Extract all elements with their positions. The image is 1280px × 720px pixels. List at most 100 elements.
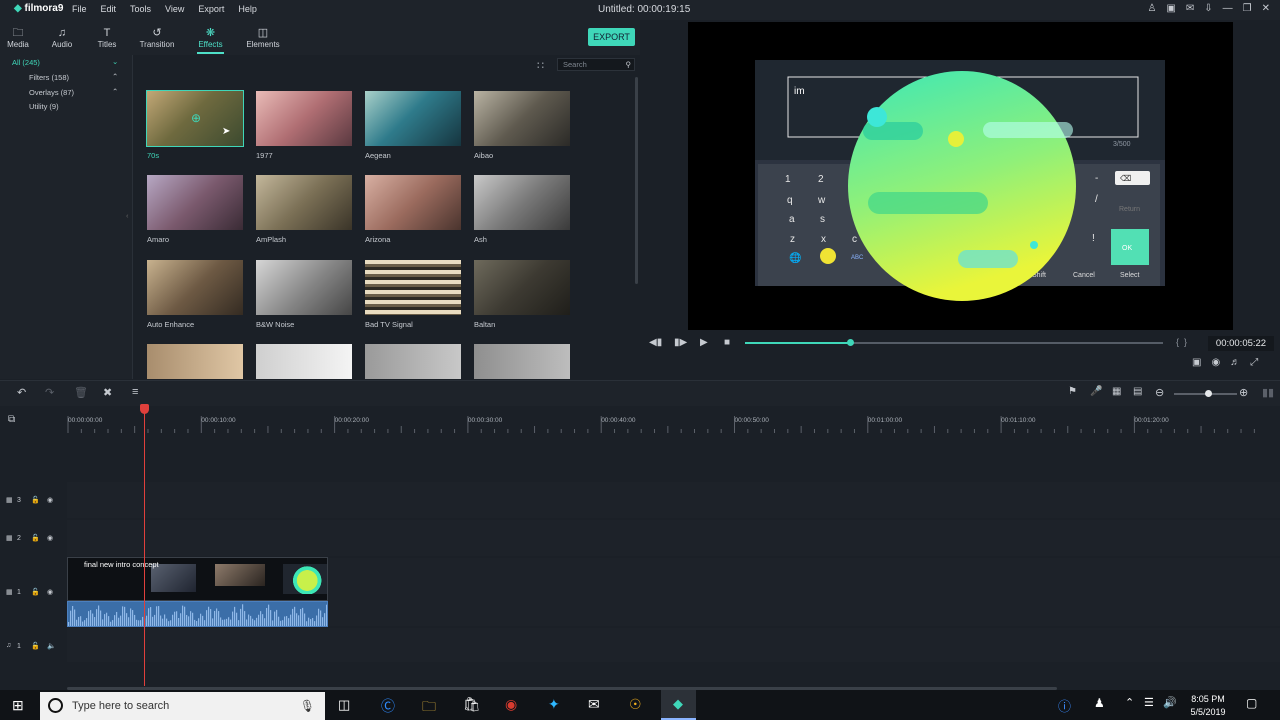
taskbar-search-box[interactable]: Type here to search 🎙 bbox=[40, 692, 325, 720]
filmora-taskbar-button[interactable]: ◆ bbox=[661, 690, 696, 720]
task-view-icon[interactable]: ◫ bbox=[338, 697, 350, 713]
eye-icon[interactable]: ◉ bbox=[47, 534, 53, 542]
fullscreen-icon[interactable]: ⤢ bbox=[1250, 357, 1258, 368]
add-track-icon[interactable]: ⧉ bbox=[8, 414, 15, 425]
chevron-up-icon[interactable]: ⌃ bbox=[112, 87, 118, 96]
play-button[interactable]: ▶ bbox=[700, 337, 708, 348]
category-utility[interactable]: Utility (9) bbox=[29, 102, 59, 111]
mail-app-icon[interactable]: ✉ bbox=[588, 696, 600, 713]
effect-bad-tv-signal[interactable]: Bad TV Signal bbox=[365, 260, 461, 329]
file-explorer-icon[interactable]: 🗀 bbox=[422, 696, 436, 720]
effect-70s[interactable]: ⊕ ➤ 70s bbox=[146, 90, 244, 160]
zoom-slider[interactable] bbox=[1174, 390, 1237, 397]
timeline-ruler[interactable]: ⧉ 00:00:00:00 00:00:10:00 00:00:20:00 00:00… bbox=[0, 406, 1280, 436]
menu-tools[interactable]: Tools bbox=[130, 4, 151, 14]
track-video-3[interactable] bbox=[67, 482, 1280, 518]
minimize-icon[interactable]: — bbox=[1223, 3, 1233, 14]
stop-button[interactable]: ■ bbox=[724, 337, 730, 348]
microphone-icon[interactable]: 🎙 bbox=[300, 692, 315, 720]
windows-start-icon[interactable]: ⊞ bbox=[12, 697, 24, 714]
prev-frame-button[interactable]: ◀▮ bbox=[649, 337, 662, 348]
chrome-icon[interactable]: ☉ bbox=[629, 696, 642, 713]
effect-ash[interactable]: Ash bbox=[474, 175, 570, 244]
effect-auto-enhance[interactable]: Auto Enhance bbox=[147, 260, 243, 329]
effect-1977[interactable]: 1977 bbox=[256, 91, 352, 160]
effect-row-partial[interactable] bbox=[474, 344, 570, 379]
mail-icon[interactable]: ✉ bbox=[1186, 3, 1194, 14]
tab-transition[interactable]: ↺ Transition bbox=[138, 26, 176, 49]
track-video-2[interactable] bbox=[67, 520, 1280, 556]
playhead-handle[interactable] bbox=[140, 404, 149, 414]
lock-icon[interactable]: 🔓 bbox=[31, 496, 40, 504]
help-icon[interactable]: ⓘ bbox=[1058, 696, 1071, 715]
search-icon[interactable]: ⚲ bbox=[626, 59, 632, 71]
chevron-down-icon[interactable]: ⌄ bbox=[112, 57, 118, 66]
wifi-icon[interactable]: ☰ bbox=[1144, 696, 1154, 709]
close-icon[interactable]: ✕ bbox=[1262, 3, 1270, 14]
tab-media[interactable]: 🗀 Media bbox=[6, 26, 30, 49]
menu-help[interactable]: Help bbox=[238, 4, 257, 14]
maximize-icon[interactable]: ❐ bbox=[1243, 3, 1252, 14]
menu-file[interactable]: File bbox=[72, 4, 87, 14]
chevron-up-icon[interactable]: ⌃ bbox=[112, 72, 118, 81]
effect-arizona[interactable]: Arizona bbox=[365, 175, 461, 244]
tab-elements[interactable]: ◫ Elements bbox=[246, 26, 280, 49]
volume-icon[interactable]: ♬ bbox=[1230, 357, 1240, 368]
app-s-icon[interactable]: ✦ bbox=[548, 696, 560, 713]
game-app-icon[interactable]: ◉ bbox=[505, 696, 517, 713]
redo-icon[interactable]: ↷ bbox=[45, 386, 54, 399]
edge-icon[interactable]: Ⓒ bbox=[381, 696, 395, 716]
effects-search-input[interactable]: Search ⚲ bbox=[557, 58, 635, 71]
effect-aibao[interactable]: Aibao bbox=[474, 91, 570, 160]
download-icon[interactable]: ⇩ bbox=[1204, 3, 1212, 14]
effect-amaro[interactable]: Amaro bbox=[147, 175, 243, 244]
cut-icon[interactable]: ✖ bbox=[103, 386, 112, 399]
category-all[interactable]: All (245) bbox=[12, 58, 40, 67]
adjust-icon[interactable]: ≡ bbox=[132, 386, 138, 398]
zoom-in-icon[interactable]: ⊕ bbox=[1239, 386, 1248, 399]
category-filters[interactable]: Filters (158) bbox=[29, 73, 69, 82]
playback-progress-track[interactable] bbox=[745, 339, 1163, 346]
tray-chevron-icon[interactable]: ⌃ bbox=[1125, 696, 1134, 709]
effect-row-partial[interactable] bbox=[147, 344, 243, 379]
zoom-out-icon[interactable]: ⊖ bbox=[1155, 386, 1164, 399]
snap-icon[interactable]: ▤ bbox=[1133, 386, 1142, 397]
menu-export[interactable]: Export bbox=[198, 4, 224, 14]
effect-row-partial[interactable] bbox=[365, 344, 461, 379]
lock-icon[interactable]: 🔓 bbox=[31, 534, 40, 542]
tab-titles[interactable]: T Titles bbox=[95, 26, 119, 49]
category-overlays[interactable]: Overlays (87) bbox=[29, 88, 74, 97]
effect-amplash[interactable]: AmPlash bbox=[256, 175, 352, 244]
step-back-button[interactable]: ▮▶ bbox=[674, 337, 687, 348]
lock-icon[interactable]: 🔓 bbox=[31, 588, 40, 596]
notification-icon[interactable]: ▢ bbox=[1246, 696, 1257, 710]
eye-icon[interactable]: ◉ bbox=[47, 588, 53, 596]
effect-baltan[interactable]: Baltan bbox=[474, 260, 570, 329]
taskbar-clock[interactable]: 8:05 PM 5/5/2019 bbox=[1180, 693, 1236, 719]
account-icon[interactable]: ♙ bbox=[1147, 3, 1156, 14]
delete-icon[interactable]: 🗑 bbox=[74, 386, 88, 399]
snapshot-icon[interactable]: ◉ bbox=[1211, 357, 1220, 368]
track-audio-1[interactable] bbox=[67, 628, 1280, 662]
effect-bw-noise[interactable]: B&W Noise bbox=[256, 260, 352, 329]
store-icon[interactable]: 🛍 bbox=[463, 696, 481, 713]
eye-icon[interactable]: ◉ bbox=[47, 496, 53, 504]
export-button[interactable]: EXPORT bbox=[588, 28, 635, 46]
menu-edit[interactable]: Edit bbox=[101, 4, 117, 14]
playback-scrubber[interactable] bbox=[846, 339, 854, 346]
marker-icon[interactable]: ⚑ bbox=[1068, 386, 1077, 397]
display-settings-icon[interactable]: ▣ bbox=[1192, 357, 1201, 368]
mute-icon[interactable]: 🔈 bbox=[47, 642, 56, 650]
undo-icon[interactable]: ↶ bbox=[17, 386, 26, 399]
save-icon[interactable]: ▣ bbox=[1166, 3, 1175, 14]
panel-toggle-icon[interactable]: ▮▮ bbox=[1262, 386, 1274, 399]
lock-icon[interactable]: 🔓 bbox=[31, 642, 40, 650]
collapse-arrow-icon[interactable]: ‹ bbox=[126, 211, 129, 220]
tab-effects[interactable]: ❋ Effects bbox=[197, 26, 224, 54]
people-icon[interactable]: ♟ bbox=[1094, 696, 1105, 710]
speaker-icon[interactable]: 🔊 bbox=[1163, 696, 1177, 709]
zoom-slider-knob[interactable] bbox=[1205, 390, 1212, 397]
effects-scrollbar[interactable] bbox=[635, 77, 638, 284]
effect-row-partial[interactable] bbox=[256, 344, 352, 379]
mixer-icon[interactable]: ▦ bbox=[1112, 386, 1121, 397]
